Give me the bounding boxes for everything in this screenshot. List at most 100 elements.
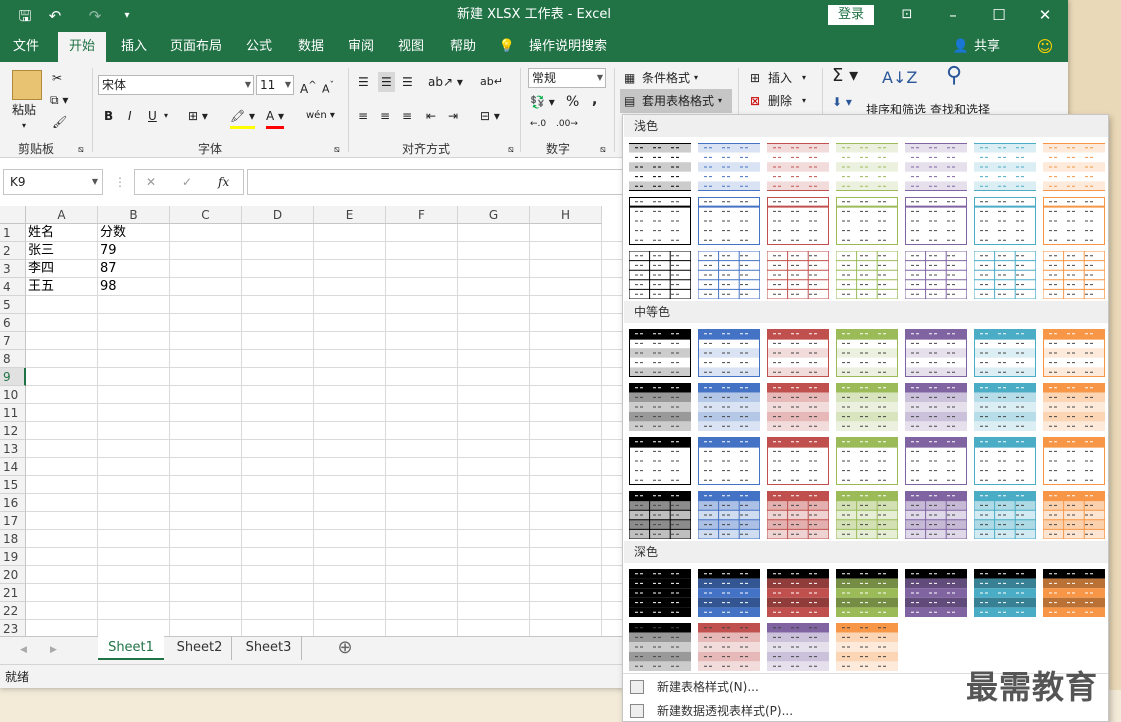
minimize-button[interactable]: – xyxy=(930,0,976,30)
login-button[interactable]: 登录 xyxy=(828,5,874,25)
percent-button[interactable]: % xyxy=(566,92,579,112)
row-header-9[interactable]: 9 xyxy=(0,368,26,386)
sheet-tab-3[interactable]: Sheet3 xyxy=(236,636,302,660)
table-style-light-2-aqua[interactable] xyxy=(974,197,1036,245)
insert-function-button[interactable]: fx xyxy=(218,172,229,192)
column-header-g[interactable]: G xyxy=(458,206,530,224)
cell-a2[interactable]: 张三 xyxy=(26,242,98,260)
underline-button[interactable]: U xyxy=(148,106,157,126)
shrink-font-icon[interactable]: Aˇ xyxy=(322,76,334,100)
table-style-light-1-aqua[interactable] xyxy=(974,143,1036,191)
table-style-medium-4-red[interactable] xyxy=(767,329,829,377)
table-style-light-1-red[interactable] xyxy=(767,143,829,191)
table-style-dark-9-black[interactable] xyxy=(629,623,691,671)
table-style-medium-5-green[interactable] xyxy=(836,383,898,431)
column-header-h[interactable]: H xyxy=(530,206,602,224)
table-style-medium-5-orange[interactable] xyxy=(1043,383,1105,431)
row-header-11[interactable]: 11 xyxy=(0,404,26,422)
table-style-medium-5-red[interactable] xyxy=(767,383,829,431)
table-style-light-3-black[interactable] xyxy=(629,251,691,299)
cell-a3[interactable]: 李四 xyxy=(26,260,98,278)
table-style-light-3-green[interactable] xyxy=(836,251,898,299)
table-style-medium-4-purple[interactable] xyxy=(905,329,967,377)
row-header-2[interactable]: 2 xyxy=(0,242,26,260)
row-header-16[interactable]: 16 xyxy=(0,494,26,512)
tell-me-search[interactable]: 操作说明搜索 xyxy=(526,32,610,62)
row-header-21[interactable]: 21 xyxy=(0,584,26,602)
table-style-medium-7-black[interactable] xyxy=(629,491,691,539)
paste-icon[interactable] xyxy=(12,70,42,100)
font-color-icon[interactable]: A ▾ xyxy=(266,106,285,129)
row-header-23[interactable]: 23 xyxy=(0,620,26,636)
border-icon[interactable]: ⊞ ▾ xyxy=(188,106,208,126)
table-style-light-1-orange[interactable] xyxy=(1043,143,1105,191)
table-style-light-1-blue[interactable] xyxy=(698,143,760,191)
table-style-light-2-orange[interactable] xyxy=(1043,197,1105,245)
undo-icon[interactable]: ↶ xyxy=(44,5,66,27)
row-header-13[interactable]: 13 xyxy=(0,440,26,458)
copy-icon[interactable]: ⧉ ▾ xyxy=(50,90,68,110)
sheet-tab-1[interactable]: Sheet1 xyxy=(98,636,164,660)
table-style-dark-9-red[interactable] xyxy=(698,623,760,671)
cell-b2[interactable]: 79 xyxy=(98,242,170,260)
align-right-icon[interactable]: ≡ xyxy=(402,106,412,126)
sheet-tab-2[interactable]: Sheet2 xyxy=(168,636,232,660)
table-style-light-3-purple[interactable] xyxy=(905,251,967,299)
table-style-medium-6-green[interactable] xyxy=(836,437,898,485)
table-style-medium-4-black[interactable] xyxy=(629,329,691,377)
table-style-dark-8-orange[interactable] xyxy=(1043,569,1105,617)
table-style-medium-7-green[interactable] xyxy=(836,491,898,539)
row-header-22[interactable]: 22 xyxy=(0,602,26,620)
table-style-medium-4-aqua[interactable] xyxy=(974,329,1036,377)
find-icon[interactable]: ⚲ xyxy=(946,65,962,87)
smiley-icon[interactable]: ☺ xyxy=(1034,32,1056,62)
insert-cells-button[interactable]: 插入 xyxy=(768,68,792,88)
tab-home[interactable]: 开始 xyxy=(58,32,106,62)
table-style-dark-9-purple[interactable] xyxy=(767,623,829,671)
cell-a1[interactable]: 姓名 xyxy=(26,224,98,242)
number-format-combo[interactable]: 常规 ▼ xyxy=(528,68,606,88)
worksheet-grid[interactable]: ABCDEFGH 1 2 3 4 5 6 7 8 9 10 11 12 13 14 15 16 17 18 19 20… xyxy=(0,206,624,636)
align-bottom-icon[interactable]: ☰ xyxy=(402,72,413,92)
italic-button[interactable]: I xyxy=(128,106,132,126)
row-header-8[interactable]: 8 xyxy=(0,350,26,368)
table-style-medium-7-orange[interactable] xyxy=(1043,491,1105,539)
row-header-15[interactable]: 15 xyxy=(0,476,26,494)
cut-icon[interactable]: ✂ xyxy=(52,68,62,88)
clipboard-launcher-icon[interactable]: ⧅ xyxy=(78,140,84,160)
tab-review[interactable]: 审阅 xyxy=(340,32,382,62)
table-style-medium-4-green[interactable] xyxy=(836,329,898,377)
table-style-light-3-orange[interactable] xyxy=(1043,251,1105,299)
decrease-indent-icon[interactable]: ⇤ xyxy=(426,106,436,126)
table-style-light-1-black[interactable] xyxy=(629,143,691,191)
table-style-light-2-red[interactable] xyxy=(767,197,829,245)
table-style-light-2-black[interactable] xyxy=(629,197,691,245)
table-style-dark-9-aqua[interactable] xyxy=(836,623,898,671)
row-header-7[interactable]: 7 xyxy=(0,332,26,350)
customize-qat-icon[interactable]: ▾ xyxy=(116,5,138,27)
increase-decimal-icon[interactable]: ←.0 xyxy=(530,114,546,134)
column-header-e[interactable]: E xyxy=(314,206,386,224)
font-launcher-icon[interactable]: ⧅ xyxy=(334,140,340,160)
row-header-14[interactable]: 14 xyxy=(0,458,26,476)
row-header-5[interactable]: 5 xyxy=(0,296,26,314)
cancel-entry-button[interactable]: ✕ xyxy=(146,172,156,192)
redo-icon[interactable]: ↷ xyxy=(84,5,106,27)
align-middle-icon[interactable]: ☰ xyxy=(378,72,395,92)
sort-filter-icon[interactable]: A↓Z xyxy=(882,68,917,88)
fill-icon[interactable]: ⬇ ▾ xyxy=(832,92,852,112)
cell-b1[interactable]: 分数 xyxy=(98,224,170,242)
table-style-dark-8-black[interactable] xyxy=(629,569,691,617)
fill-color-icon[interactable]: 🖍 ▾ xyxy=(230,106,256,129)
row-header-6[interactable]: 6 xyxy=(0,314,26,332)
share-button[interactable]: 共享 xyxy=(972,32,1002,62)
table-style-light-2-green[interactable] xyxy=(836,197,898,245)
table-style-dark-8-aqua[interactable] xyxy=(974,569,1036,617)
close-button[interactable]: ✕ xyxy=(1022,0,1068,30)
table-style-medium-7-red[interactable] xyxy=(767,491,829,539)
conditional-format-button[interactable]: 条件格式 xyxy=(642,68,690,88)
tab-view[interactable]: 视图 xyxy=(390,32,432,62)
currency-icon[interactable]: 💱 ▾ xyxy=(530,92,555,112)
tab-help[interactable]: 帮助 xyxy=(442,32,484,62)
table-style-medium-6-black[interactable] xyxy=(629,437,691,485)
